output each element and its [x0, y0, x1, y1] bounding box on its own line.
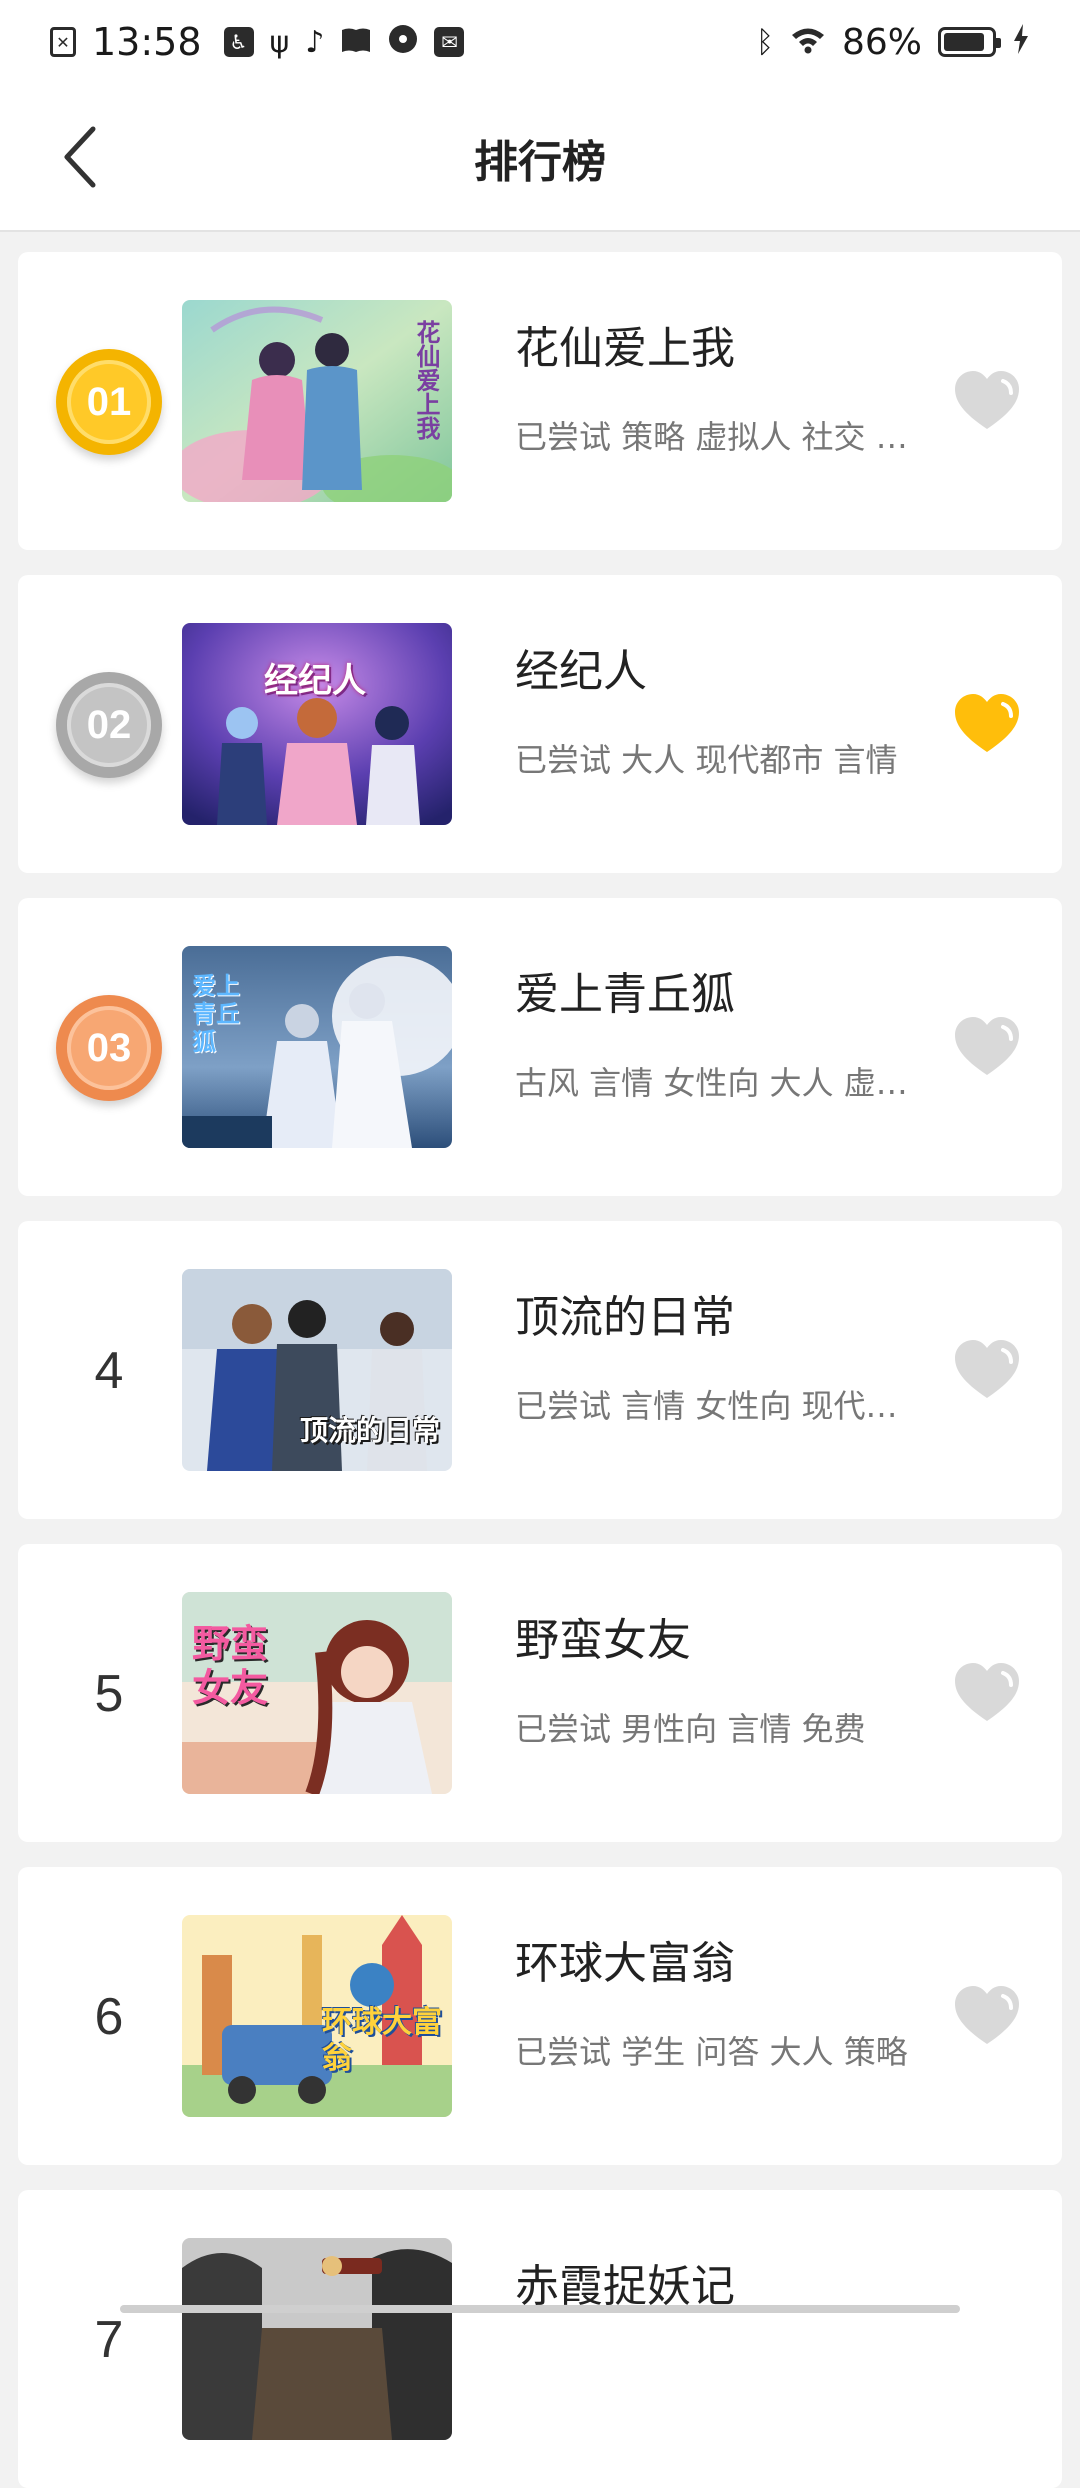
radio-icon: [388, 22, 418, 63]
rank-label: 03: [67, 1006, 151, 1090]
game-title[interactable]: 经纪人: [515, 635, 647, 699]
wifi-icon: [790, 22, 826, 63]
game-tags: 古风 言情 女性向 大人 虚拟人: [515, 1064, 925, 1102]
status-left: ✕ 13:58 ♿ ψ ♪ ✉: [50, 20, 465, 64]
cover-title: 爱上青丘狐: [192, 972, 240, 1056]
game-cover[interactable]: 爱上青丘狐: [182, 946, 452, 1148]
rank-label: 02: [67, 683, 151, 767]
game-cover[interactable]: 环球大富翁: [182, 1915, 452, 2117]
status-right: ᛒ 86%: [756, 22, 1030, 63]
status-time: 13:58: [92, 20, 202, 64]
cover-title: 野蛮女友: [192, 1622, 269, 1710]
game-title[interactable]: 顶流的日常: [515, 1281, 735, 1345]
page-title: 排行榜: [474, 137, 606, 188]
game-tags: 已尝试 策略 虚拟人 社交 女性向: [515, 418, 925, 456]
bluetooth-icon: ᛒ: [755, 24, 774, 60]
cover-title: 环球大富翁: [322, 2005, 442, 2076]
game-cover[interactable]: 经纪人: [182, 623, 452, 825]
rank-label: 6: [94, 1988, 124, 2046]
game-cover[interactable]: [182, 2238, 452, 2440]
mail-icon: ✉: [434, 27, 465, 57]
game-tags: 已尝试 学生 问答 大人 策略: [515, 2033, 908, 2071]
ranking-item[interactable]: 6 环球大富翁 环球大富翁 已尝试 学生 问答 大人 策略: [18, 1867, 1062, 2165]
ranking-item[interactable]: 7 赤霞捉妖记: [18, 2190, 1062, 2488]
sim-off-icon: ✕: [50, 27, 76, 57]
accessibility-icon: ♿: [223, 27, 254, 57]
gold-medal-icon: 01: [56, 349, 162, 455]
game-cover[interactable]: 顶流的日常: [182, 1269, 452, 1471]
game-tags: 已尝试 言情 女性向 现代都市: [515, 1387, 925, 1425]
game-tags: 已尝试 大人 现代都市 言情: [515, 741, 898, 779]
battery-icon: [938, 27, 1001, 57]
book-icon: [340, 22, 372, 63]
heart-icon: [955, 1340, 1019, 1398]
ranking-item[interactable]: 03 爱上青丘狐 爱上青丘狐 古风 言情 女性向 大人 虚拟人: [18, 898, 1062, 1196]
ranking-item[interactable]: 4 顶流的日常 顶流的日常 已尝试 言情 女性向 现代都市: [18, 1221, 1062, 1519]
cover-title: 顶流的日常: [300, 1414, 441, 1447]
game-title[interactable]: 爱上青丘狐: [515, 958, 735, 1022]
heart-icon: [955, 1017, 1019, 1075]
game-title[interactable]: 环球大富翁: [515, 1927, 735, 1991]
rank-label: 01: [67, 360, 151, 444]
game-tags: 已尝试 男性向 言情 免费: [515, 1710, 866, 1748]
ranking-item[interactable]: 01 花仙爱上我 花仙爱上我 已尝试 策略 虚拟人 社交 女性向: [18, 252, 1062, 550]
favorite-button[interactable]: [953, 692, 1021, 756]
bronze-medal-icon: 03: [56, 995, 162, 1101]
cover-title: 经纪人: [264, 661, 366, 701]
favorite-button[interactable]: [953, 1015, 1021, 1079]
silver-medal-icon: 02: [56, 672, 162, 778]
usb-icon: ψ: [269, 24, 290, 60]
ranking-item[interactable]: 5 野蛮女友 野蛮女友 已尝试 男性向 言情 免费: [18, 1544, 1062, 1842]
favorite-button[interactable]: [953, 1984, 1021, 2048]
game-title[interactable]: 花仙爱上我: [515, 312, 735, 376]
status-bar: ✕ 13:58 ♿ ψ ♪ ✉ ᛒ 86%: [0, 0, 1080, 84]
cover-title: 花仙爱上我: [412, 320, 440, 440]
rank-label: 7: [94, 2311, 124, 2369]
home-indicator[interactable]: [120, 2305, 960, 2313]
favorite-button[interactable]: [953, 369, 1021, 433]
battery-percent: 86%: [841, 21, 922, 63]
tiktok-icon: ♪: [305, 24, 325, 60]
heart-icon: [955, 371, 1019, 429]
rank-label: 4: [94, 1342, 124, 1400]
heart-icon: [955, 1986, 1019, 2044]
charging-icon: [1012, 22, 1030, 63]
ranking-item[interactable]: 02 经纪人 经纪人 已尝试 大人 现代都市 言情: [18, 575, 1062, 873]
game-cover[interactable]: 野蛮女友: [182, 1592, 452, 1794]
rank-label: 5: [94, 1665, 124, 1723]
game-cover[interactable]: 花仙爱上我: [182, 300, 452, 502]
favorite-button[interactable]: [953, 1661, 1021, 1725]
app-header: 排行榜: [0, 84, 1080, 232]
heart-icon: [955, 1663, 1019, 1721]
favorite-button[interactable]: [953, 1338, 1021, 1402]
heart-icon: [955, 694, 1019, 752]
game-title[interactable]: 野蛮女友: [515, 1604, 691, 1668]
